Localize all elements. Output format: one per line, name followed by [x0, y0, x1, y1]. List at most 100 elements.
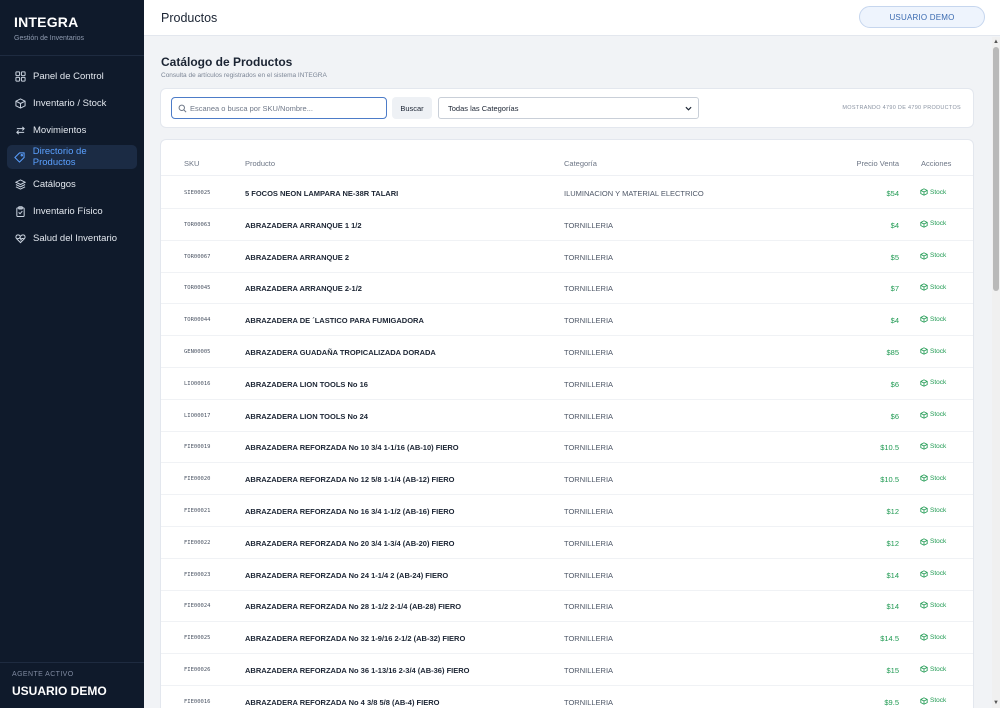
active-agent: AGENTE ACTIVO USUARIO DEMO [0, 662, 144, 708]
stock-action-button[interactable]: Stock [920, 220, 946, 228]
stock-action-button[interactable]: Stock [920, 251, 946, 260]
stock-action-label: Stock [930, 570, 947, 578]
stock-action-button[interactable]: Stock [920, 697, 946, 705]
search-input[interactable] [190, 103, 380, 113]
box-icon [920, 569, 930, 578]
category-cell: TORNILLERIA [564, 697, 614, 707]
box-icon [920, 442, 930, 451]
scroll-thumb[interactable] [993, 47, 999, 291]
sidebar-item-label: Directorio de Productos [32, 146, 87, 168]
box-icon [920, 474, 930, 482]
page-subtitle: Consulta de artículos registrados en el … [161, 72, 327, 79]
sku-cell: FIE00024 [184, 603, 211, 610]
box-icon [920, 601, 930, 610]
product-cell: ABRAZADERA REFORZADA No 16 3/4 1-1/2 (AB… [245, 507, 455, 516]
box-icon [920, 347, 930, 355]
scroll-up-arrow-icon[interactable]: ▲ [993, 39, 999, 45]
sku-cell: LIO00017 [184, 412, 211, 419]
product-cell: ABRAZADERA GUADAÑA TROPICALIZADA DORADA [245, 348, 436, 357]
sidebar-item-salud-del-inventario[interactable]: Salud del Inventario [7, 226, 137, 250]
chevron-down-icon [685, 106, 692, 111]
price-cell: $10.5 [880, 475, 899, 485]
scroll-down-arrow-icon[interactable]: ▼ [993, 700, 999, 706]
stock-action-button[interactable]: Stock [920, 569, 947, 578]
stock-action-button[interactable]: Stock [920, 283, 946, 292]
sidebar-item-directorio-de-productos[interactable]: Directorio de Productos [7, 145, 137, 169]
price-cell: $7 [890, 284, 899, 294]
category-cell: TORNILLERIA [564, 443, 614, 453]
stock-action-button[interactable]: Stock [920, 665, 946, 673]
box-icon [920, 283, 930, 292]
box-icon [920, 251, 930, 260]
price-cell: $14 [886, 602, 899, 612]
product-cell: ABRAZADERA REFORZADA No 32 1-9/16 2-1/2 … [245, 634, 466, 644]
category-cell: TORNILLERIA [564, 220, 614, 230]
product-cell: ABRAZADERA REFORZADA No 20 3/4 1-3/4 (AB… [245, 538, 455, 548]
agent-name: USUARIO DEMO [12, 684, 107, 698]
category-select[interactable]: Todas las Categorías [438, 97, 699, 119]
price-cell: $15 [886, 666, 899, 675]
search-icon [178, 104, 187, 112]
column-header-sku: SKU [184, 159, 200, 168]
sidebar-item-inventario-stock[interactable]: Inventario / Stock [7, 91, 137, 115]
tag-icon [14, 151, 26, 163]
search-button[interactable]: Buscar [392, 97, 432, 119]
stock-action-button[interactable]: Stock [920, 474, 946, 482]
box-icon [920, 506, 930, 514]
table-row: FIE00022 ABRAZADERA REFORZADA No 20 3/4 1… [161, 527, 973, 559]
brand-subtitle: Gestión de Inventarios [14, 35, 85, 42]
products-table: SKU Producto Categoría Precio Venta Acci… [160, 139, 974, 708]
column-header-category: Categoría [564, 159, 597, 168]
column-header-actions: Acciones [921, 159, 952, 168]
category-cell: TORNILLERIA [564, 284, 614, 294]
price-cell: $14 [886, 570, 899, 580]
box-icon [920, 379, 930, 387]
sidebar-item-movimientos[interactable]: Movimientos [7, 118, 137, 142]
category-cell: TORNILLERIA [564, 666, 614, 675]
agent-label: AGENTE ACTIVO [12, 671, 74, 678]
category-cell: TORNILLERIA [564, 634, 614, 644]
product-cell: ABRAZADERA DE ´LASTICO PARA FUMIGADORA [245, 316, 424, 326]
page-title: Catálogo de Productos [161, 55, 293, 69]
product-cell: ABRAZADERA REFORZADA No 28 1-1/2 2-1/4 (… [245, 602, 462, 612]
stock-action-button[interactable]: Stock [920, 188, 946, 196]
stock-action-label: Stock [930, 442, 947, 450]
stock-action-button[interactable]: Stock [920, 601, 946, 610]
main-content: Catálogo de Productos Consulta de artícu… [144, 37, 992, 708]
sidebar-item-panel-de-control[interactable]: Panel de Control [7, 64, 137, 88]
price-cell: $10.5 [880, 443, 899, 453]
box-icon [920, 633, 930, 641]
price-cell: $6 [890, 379, 899, 389]
stock-action-button[interactable]: Stock [920, 633, 946, 641]
sku-cell: TOR00044 [184, 317, 211, 324]
search-field[interactable] [171, 97, 387, 119]
stock-action-button[interactable]: Stock [920, 379, 946, 387]
sidebar-item-catalogos[interactable]: Catálogos [7, 172, 137, 196]
price-cell: $14.5 [880, 634, 899, 644]
sku-cell: TOR00045 [184, 285, 211, 292]
stock-action-button[interactable]: Stock [920, 347, 946, 355]
layers-icon [14, 178, 26, 190]
stock-action-button[interactable]: Stock [920, 506, 946, 514]
category-select-value: Todas las Categorías [448, 103, 519, 113]
clipboard-icon [14, 205, 26, 217]
table-row: TOR00045 ABRAZADERA ARRANQUE 2-1/2 TORNILL… [161, 272, 973, 305]
stock-action-button[interactable]: Stock [920, 315, 946, 323]
sidebar-item-label: Movimientos [33, 124, 87, 136]
price-cell: $4 [890, 220, 899, 230]
user-button[interactable]: USUARIO DEMO [859, 6, 985, 28]
sidebar-item-inventario-fisico[interactable]: Inventario Físico [7, 199, 137, 223]
box-icon [920, 410, 930, 419]
product-cell: ABRAZADERA REFORZADA No 10 3/4 1-1/16 (A… [245, 443, 459, 453]
arrows-icon [14, 124, 26, 136]
category-cell: TORNILLERIA [564, 348, 614, 357]
scrollbar[interactable]: ▲ ▼ [992, 37, 1000, 708]
sku-cell: FIE00019 [184, 444, 211, 451]
price-cell: $12 [886, 507, 899, 516]
stock-action-button[interactable]: Stock [920, 410, 946, 419]
stock-action-button[interactable]: Stock [920, 442, 947, 451]
product-cell: ABRAZADERA REFORZADA No 24 1-1/4 2 (AB-2… [245, 570, 449, 580]
sidebar-item-label: Salud del Inventario [33, 232, 117, 244]
sku-cell: GEN00005 [184, 349, 211, 355]
stock-action-button[interactable]: Stock [920, 538, 946, 546]
